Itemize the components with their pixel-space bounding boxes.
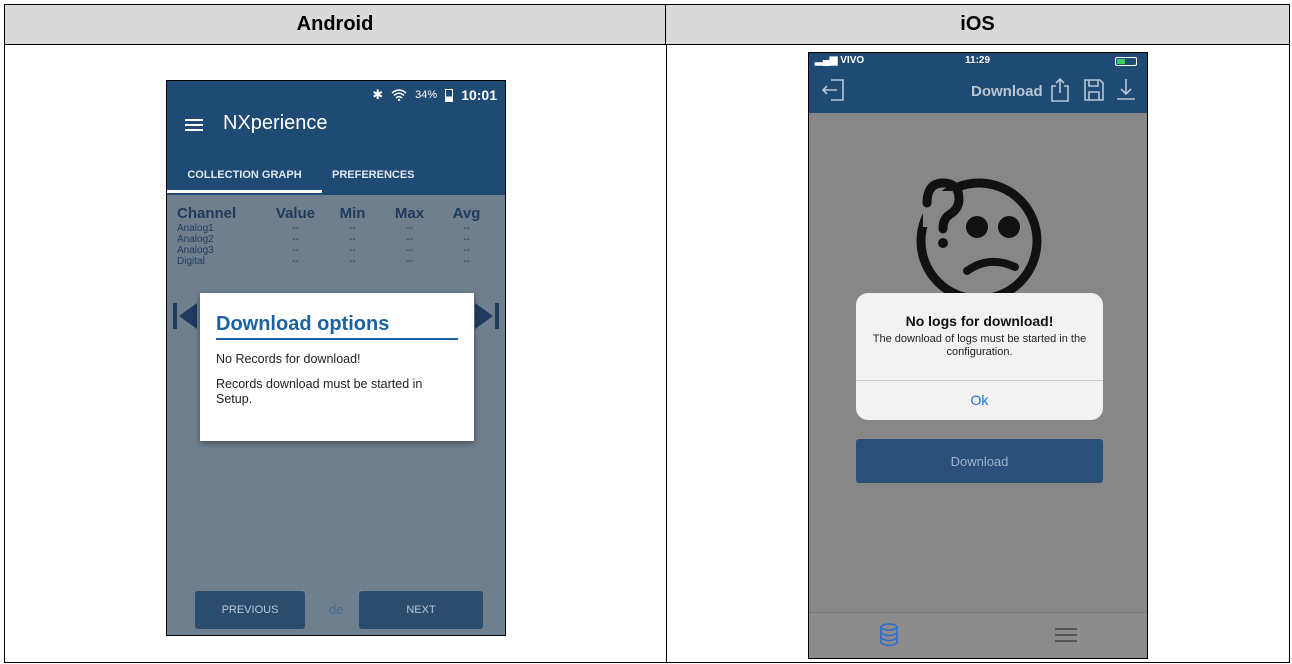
dialog-message-1: No Records for download!	[216, 352, 361, 366]
ios-screenshot: ▂▄▆ VIVO 11:29 Download No logs for down…	[808, 52, 1148, 659]
ios-header: iOS	[666, 5, 1289, 45]
clock: 11:29	[965, 55, 991, 66]
confused-face-icon	[916, 178, 1042, 304]
cell: --	[349, 245, 356, 256]
cell: --	[349, 256, 356, 267]
col-value: Value	[275, 205, 316, 222]
cell: --	[292, 245, 299, 256]
cell: --	[463, 256, 470, 267]
page-indicator: de	[329, 602, 344, 617]
hamburger-menu-icon[interactable]	[185, 119, 203, 131]
bluetooth-icon: ✱	[372, 87, 384, 102]
col-channel: Channel	[177, 205, 237, 222]
dialog-message-2: Records download must be started in Setu…	[216, 377, 423, 406]
cell: --	[463, 223, 470, 234]
no-logs-alert: No logs for download! The download of lo…	[856, 293, 1103, 420]
col-max: Max	[394, 205, 425, 222]
table-row: Analog3 -- -- -- --	[177, 245, 495, 256]
share-icon[interactable]	[1049, 77, 1071, 103]
skip-previous-icon[interactable]	[173, 301, 197, 331]
tab-bar: COLLECTION GRAPH PREFERENCES	[167, 163, 505, 193]
dialog-title: Download options	[216, 313, 458, 340]
alert-title: No logs for download!	[905, 313, 1054, 329]
carrier-label: ▂▄▆ VIVO	[815, 55, 865, 66]
cell: --	[292, 234, 299, 245]
battery-icon	[445, 88, 454, 102]
cell: --	[292, 223, 299, 234]
cell: Analog2	[177, 234, 214, 245]
cell: --	[463, 245, 470, 256]
android-screenshot: ✱ 34% 10:01 NXperience COLLECTION GRAPH …	[166, 80, 506, 636]
col-min: Min	[339, 205, 366, 222]
alert-message: The download of logs must be started in …	[872, 333, 1087, 358]
wifi-icon	[391, 89, 407, 101]
battery-icon	[1115, 57, 1137, 66]
android-app-bar: ✱ 34% 10:01 NXperience COLLECTION GRAPH …	[167, 81, 505, 195]
cell: Analog1	[177, 223, 214, 234]
cell: --	[406, 234, 413, 245]
table-row: Analog2 -- -- -- --	[177, 234, 495, 245]
channel-table: Channel Value Min Max Avg Analog1 -- -- …	[177, 205, 495, 267]
cell: --	[349, 223, 356, 234]
cell: --	[349, 234, 356, 245]
android-header: Android	[5, 5, 666, 45]
next-button[interactable]: NEXT	[359, 591, 483, 629]
cell: --	[406, 223, 413, 234]
table-header: Channel Value Min Max Avg	[177, 205, 495, 223]
android-status-bar: ✱ 34% 10:01	[372, 87, 497, 103]
app-title: NXperience	[223, 112, 328, 134]
tab-collection-graph[interactable]: COLLECTION GRAPH	[167, 163, 322, 193]
tab-preferences[interactable]: PREFERENCES	[322, 163, 415, 193]
ok-button[interactable]: Ok	[856, 381, 1103, 419]
menu-icon[interactable]	[1055, 627, 1077, 643]
cell: Analog3	[177, 245, 214, 256]
download-icon[interactable]	[1115, 77, 1137, 103]
battery-percent: 34%	[415, 89, 438, 101]
clock: 10:01	[461, 87, 497, 103]
ios-status-bar: ▂▄▆ VIVO 11:29	[815, 55, 1143, 69]
nav-title: Download	[971, 83, 1043, 100]
col-avg: Avg	[452, 205, 481, 222]
table-row: Analog1 -- -- -- --	[177, 223, 495, 234]
cell: Digital	[177, 256, 205, 267]
skip-next-icon[interactable]	[475, 301, 499, 331]
cell: --	[406, 245, 413, 256]
cell: --	[406, 256, 413, 267]
download-button[interactable]: Download	[856, 439, 1103, 483]
previous-button[interactable]: PREVIOUS	[195, 591, 305, 629]
column-divider	[666, 45, 667, 662]
cell: --	[292, 256, 299, 267]
table-row: Digital -- -- -- --	[177, 256, 495, 267]
save-icon[interactable]	[1083, 77, 1105, 103]
exit-icon[interactable]	[821, 77, 847, 103]
database-icon[interactable]	[879, 623, 899, 647]
ios-tab-bar	[809, 612, 1147, 658]
carrier-name: VIVO	[840, 55, 865, 66]
cell: --	[463, 234, 470, 245]
download-options-dialog: Download options No Records for download…	[200, 293, 474, 441]
ios-nav-bar: ▂▄▆ VIVO 11:29 Download	[809, 53, 1147, 113]
